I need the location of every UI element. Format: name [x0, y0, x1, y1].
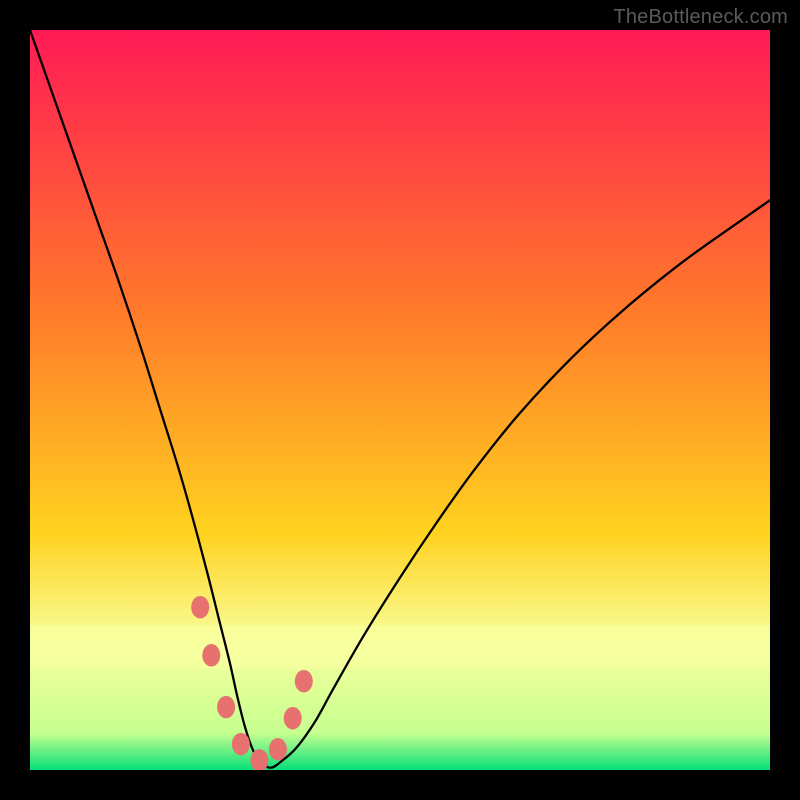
chart-plot-area: [30, 30, 770, 770]
chart-pale-band: [30, 625, 770, 669]
chart-marker: [295, 670, 313, 693]
chart-marker: [269, 738, 287, 761]
chart-marker: [202, 644, 220, 667]
chart-svg: [30, 30, 770, 770]
chart-marker: [191, 596, 209, 619]
chart-marker: [217, 696, 235, 719]
chart-marker: [284, 707, 302, 730]
chart-frame: TheBottleneck.com: [0, 0, 800, 800]
watermark-text: TheBottleneck.com: [613, 6, 788, 29]
chart-marker: [232, 733, 250, 756]
